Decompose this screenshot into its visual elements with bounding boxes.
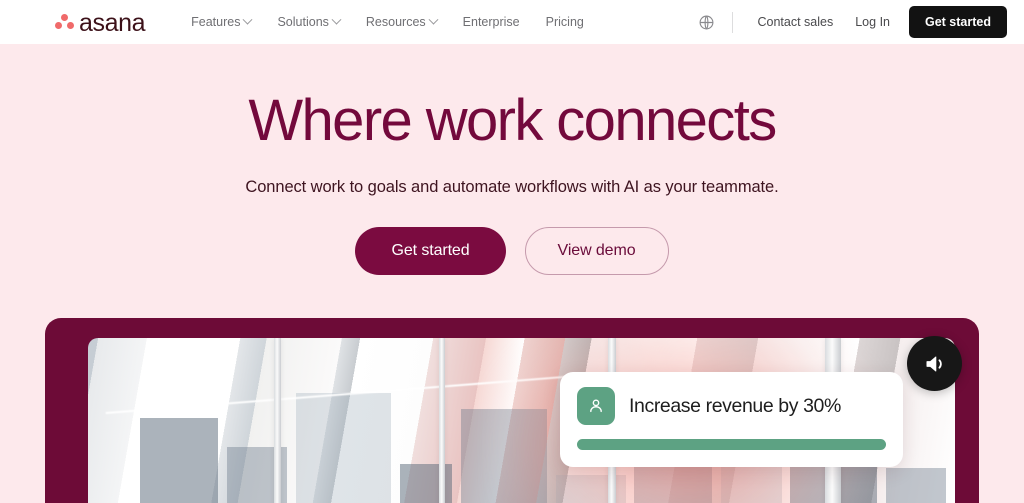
nav-item-pricing-label: Pricing — [545, 15, 584, 29]
top-navigation-bar: asana Features Solutions Resources Enter… — [0, 0, 1024, 44]
nav-item-resources-label: Resources — [365, 15, 426, 29]
hero-video-frame: Increase revenue by 30% — [45, 318, 979, 503]
asana-logo[interactable]: asana — [55, 8, 146, 37]
log-in-link[interactable]: Log In — [844, 9, 901, 35]
goal-card-header: Increase revenue by 30% — [577, 387, 886, 425]
video-sound-toggle-button[interactable] — [907, 336, 962, 391]
nav-item-enterprise-label: Enterprise — [462, 15, 520, 29]
contact-sales-link[interactable]: Contact sales — [747, 9, 845, 35]
asana-logo-mark-icon — [55, 13, 74, 31]
hero-view-demo-button[interactable]: View demo — [524, 226, 669, 275]
speaker-unmuted-icon — [926, 356, 942, 371]
goal-progress-bar — [577, 439, 886, 450]
hero-subtitle: Connect work to goals and automate workf… — [245, 177, 779, 196]
chevron-down-icon — [331, 14, 342, 25]
goal-card: Increase revenue by 30% — [560, 372, 903, 467]
window-mullion — [274, 338, 282, 503]
nav-item-pricing[interactable]: Pricing — [533, 9, 597, 35]
goal-card-title: Increase revenue by 30% — [629, 394, 841, 417]
chevron-down-icon — [243, 14, 253, 25]
globe-icon[interactable] — [694, 9, 720, 35]
hero-video-player[interactable]: Increase revenue by 30% — [88, 338, 955, 503]
nav-item-enterprise[interactable]: Enterprise — [450, 9, 533, 35]
window-mullion — [439, 338, 446, 503]
nav-item-resources[interactable]: Resources — [353, 9, 450, 35]
nav-get-started-button[interactable]: Get started — [909, 6, 1007, 38]
asana-landing-page: asana Features Solutions Resources Enter… — [0, 0, 1024, 503]
hero-cta-group: Get started View demo — [0, 226, 1024, 275]
nav-item-solutions-label: Solutions — [277, 15, 329, 29]
page-title: Where work connects — [248, 88, 777, 153]
nav-item-features-label: Features — [191, 15, 241, 29]
chevron-down-icon — [428, 14, 439, 25]
nav-divider — [731, 11, 733, 33]
goal-icon — [577, 387, 615, 425]
asana-wordmark: asana — [79, 8, 146, 37]
primary-nav-links: Features Solutions Resources Enterprise … — [178, 9, 597, 35]
hero-section: Where work connects Connect work to goal… — [0, 44, 1024, 275]
nav-item-features[interactable]: Features — [178, 9, 264, 35]
nav-right-actions: Contact sales Log In Get started — [694, 6, 1007, 38]
hero-get-started-button[interactable]: Get started — [355, 226, 506, 275]
nav-item-solutions[interactable]: Solutions — [264, 9, 352, 35]
